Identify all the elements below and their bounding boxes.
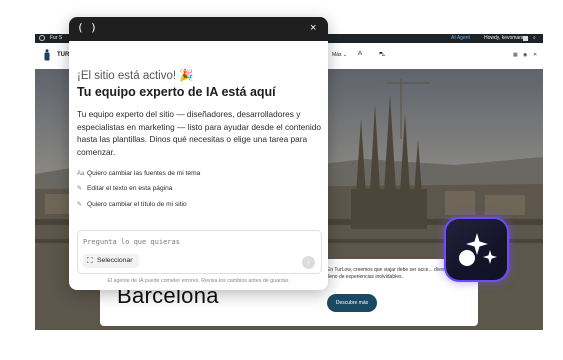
nav-more-menu[interactable]: Más ⌄: [332, 52, 347, 58]
search-icon[interactable]: ⌕: [533, 34, 536, 43]
pencil-icon: ✎: [77, 186, 83, 192]
cart-icon[interactable]: ⛍: [379, 51, 385, 59]
admin-bar-site-label[interactable]: Fur S: [50, 34, 62, 43]
ai-brand-logo: ( ): [77, 21, 97, 34]
ai-chat-panel: ( ) × ¡El sitio está activo! 🎉 Tu equipo…: [69, 17, 328, 290]
pencil-icon: ✎: [77, 202, 83, 208]
send-button[interactable]: ↑: [302, 256, 315, 269]
instagram-icon[interactable]: ◉: [523, 52, 527, 58]
suggestion-change-title[interactable]: ✎ Quiero cambiar el título de mi sitio: [77, 199, 187, 210]
admin-bar-howdy[interactable]: Howdy, kevomann: [484, 34, 525, 43]
avatar[interactable]: [523, 36, 528, 41]
admin-bar-ai-agent[interactable]: AI Agent: [451, 34, 470, 43]
chat-input[interactable]: [83, 236, 313, 248]
nav-item-a[interactable]: A: [358, 51, 362, 57]
discover-more-button[interactable]: Descubre más: [327, 294, 377, 312]
panel-headline: Tu equipo experto de IA está aquí: [77, 85, 276, 99]
chat-composer: ⛶ Seleccionar ↑: [77, 230, 322, 274]
close-icon[interactable]: ×: [310, 22, 316, 34]
suggestion-edit-text[interactable]: ✎ Editar el texto en esta página: [77, 183, 172, 194]
grid-icon[interactable]: ▦: [513, 52, 518, 58]
site-logo-icon[interactable]: [43, 49, 51, 61]
font-size-icon: Aa: [77, 171, 85, 177]
greeting-text: ¡El sitio está activo! 🎉: [77, 70, 194, 82]
select-element-button[interactable]: ⛶ Seleccionar: [83, 254, 139, 268]
sparkle-icon: [459, 233, 497, 266]
panel-header: ( ) ×: [69, 17, 328, 41]
ai-disclaimer: El agente de IA puede cometer errores. R…: [107, 278, 290, 284]
wordpress-logo-icon[interactable]: [39, 35, 45, 41]
ai-sparkle-app-icon[interactable]: [446, 219, 507, 280]
panel-intro: Tu equipo experto del sitio — diseñadore…: [77, 109, 321, 157]
suggestion-change-fonts[interactable]: Aa Quiero cambiar las fuentes de mi tema: [77, 168, 200, 179]
select-frame-icon: ⛶: [87, 256, 93, 265]
site-title[interactable]: TUR: [57, 52, 69, 58]
x-icon[interactable]: ✕: [533, 52, 537, 58]
